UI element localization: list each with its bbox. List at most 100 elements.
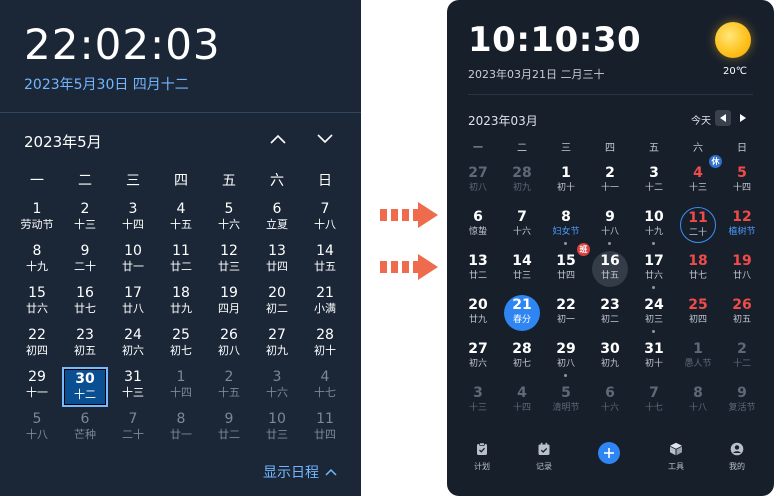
day-cell[interactable]: 7 十七 xyxy=(636,383,672,421)
day-cell[interactable]: 8 妇女节 xyxy=(548,207,584,245)
day-cell[interactable]: 2 十一 xyxy=(592,163,628,201)
next-month-button[interactable] xyxy=(311,126,339,152)
day-cell[interactable]: 27 初八 xyxy=(460,163,496,201)
day-cell[interactable]: 28 初七 xyxy=(504,339,540,377)
app-month-label[interactable]: 2023年03月 xyxy=(468,112,538,129)
day-cell[interactable]: 10 廿一 xyxy=(110,241,156,281)
day-cell[interactable]: 24 初三 xyxy=(636,295,672,333)
day-cell[interactable]: 5 十四 xyxy=(724,163,760,201)
day-cell[interactable]: 9 二十 xyxy=(62,241,108,281)
prev-month-button[interactable] xyxy=(715,110,731,126)
day-cell[interactable]: 27 初九 xyxy=(254,325,300,365)
add-event-button[interactable] xyxy=(598,442,620,464)
flyout-month-label[interactable]: 2023年5月 xyxy=(24,131,102,152)
day-cell[interactable]: 3 十四 xyxy=(110,199,156,239)
day-cell[interactable]: 30 初九 xyxy=(592,339,628,377)
day-cell[interactable]: 8 廿一 xyxy=(158,409,204,449)
tab-record[interactable]: 记录 xyxy=(524,442,564,472)
day-cell[interactable]: 26 初八 xyxy=(206,325,252,365)
day-cell[interactable]: 14 廿五 xyxy=(302,241,348,281)
day-cell[interactable]: 2 十五 xyxy=(206,367,252,407)
show-schedule-button[interactable]: 显示日程 xyxy=(263,462,337,482)
day-cell[interactable]: 31 十三 xyxy=(110,367,156,407)
day-cell[interactable]: 6 十六 xyxy=(592,383,628,421)
next-month-button[interactable] xyxy=(735,110,751,126)
day-cell[interactable]: 22 初四 xyxy=(14,325,60,365)
day-cell[interactable]: 3 十六 xyxy=(254,367,300,407)
day-cell[interactable]: 1 愚人节 xyxy=(680,339,716,377)
day-cell[interactable]: 21 小满 xyxy=(302,283,348,323)
day-cell[interactable]: 29 十一 xyxy=(14,367,60,407)
day-cell[interactable]: 1 劳动节 xyxy=(14,199,60,239)
day-cell[interactable]: 18 廿九 xyxy=(158,283,204,323)
day-cell[interactable]: 15 廿六 xyxy=(14,283,60,323)
day-cell[interactable]: 10 廿三 xyxy=(254,409,300,449)
day-cell[interactable]: 19 廿八 xyxy=(724,251,760,289)
day-cell[interactable]: 11 廿四 xyxy=(302,409,348,449)
tab-plan[interactable]: 计划 xyxy=(462,442,502,472)
day-cell[interactable]: 3 十二 xyxy=(636,163,672,201)
day-cell[interactable]: 28 初九 xyxy=(504,163,540,201)
day-cell[interactable]: 17 廿八 xyxy=(110,283,156,323)
day-cell[interactable]: 9 廿二 xyxy=(206,409,252,449)
day-cell[interactable]: 20 廿九 xyxy=(460,295,496,333)
day-cell[interactable]: 13 廿二 xyxy=(460,251,496,289)
day-cell[interactable]: 15 廿四 班 xyxy=(548,243,590,289)
day-cell-today[interactable]: 21 春分 xyxy=(504,295,540,331)
day-cell[interactable]: 1 十四 xyxy=(158,367,204,407)
day-cell[interactable]: 5 十六 xyxy=(206,199,252,239)
day-cell[interactable]: 12 植树节 xyxy=(724,207,760,245)
sun-weather-icon[interactable] xyxy=(715,22,751,58)
day-cell[interactable]: 25 初四 xyxy=(680,295,716,333)
day-cell[interactable]: 28 初十 xyxy=(302,325,348,365)
day-cell[interactable]: 4 十七 xyxy=(302,367,348,407)
day-cell[interactable]: 6 芒种 xyxy=(62,409,108,449)
day-cell[interactable]: 18 廿七 xyxy=(680,251,716,289)
day-cell[interactable]: 10 十九 xyxy=(636,207,672,245)
day-cell[interactable]: 4 十三 休 xyxy=(680,155,722,201)
day-cell[interactable]: 4 十四 xyxy=(504,383,540,421)
day-cell[interactable]: 20 初二 xyxy=(254,283,300,323)
day-cell[interactable]: 9 十八 xyxy=(592,207,628,245)
day-cell[interactable]: 17 廿六 xyxy=(636,251,672,289)
weekday-label: 二 xyxy=(517,143,527,154)
day-cell[interactable]: 5 十八 xyxy=(14,409,60,449)
day-cell[interactable]: 26 初五 xyxy=(724,295,760,333)
day-cell[interactable]: 2 十二 xyxy=(724,339,760,377)
day-cell[interactable]: 29 初八 xyxy=(548,339,584,377)
day-cell[interactable]: 19 四月 xyxy=(206,283,252,323)
day-cell-selected[interactable]: 11 二十 xyxy=(680,207,716,243)
flyout-date[interactable]: 2023年5月30日 四月十二 xyxy=(24,74,189,94)
day-cell[interactable]: 22 初一 xyxy=(548,295,584,333)
day-cell[interactable]: 6 立夏 xyxy=(254,199,300,239)
day-cell[interactable]: 12 廿三 xyxy=(206,241,252,281)
today-button[interactable]: 今天 xyxy=(691,112,711,127)
day-cell[interactable]: 27 初六 xyxy=(460,339,496,377)
day-cell[interactable]: 6 惊蛰 xyxy=(460,207,496,245)
day-cell[interactable]: 4 十五 xyxy=(158,199,204,239)
day-cell[interactable]: 31 初十 xyxy=(636,339,672,377)
day-cell-today[interactable]: 30 十二 xyxy=(62,367,108,407)
day-cell[interactable]: 2 十三 xyxy=(62,199,108,239)
day-cell[interactable]: 25 初七 xyxy=(158,325,204,365)
day-cell[interactable]: 11 廿二 xyxy=(158,241,204,281)
tab-mine[interactable]: 我的 xyxy=(717,442,757,472)
day-cell[interactable]: 3 十三 xyxy=(460,383,496,421)
day-cell[interactable]: 16 廿五 xyxy=(592,251,628,287)
day-cell[interactable]: 8 十八 xyxy=(680,383,716,421)
day-cell[interactable]: 14 廿三 xyxy=(504,251,540,289)
day-cell[interactable]: 16 廿七 xyxy=(62,283,108,323)
day-cell[interactable]: 7 十六 xyxy=(504,207,540,245)
day-cell[interactable]: 24 初六 xyxy=(110,325,156,365)
day-cell[interactable]: 5 清明节 xyxy=(548,383,584,421)
day-cell[interactable]: 13 廿四 xyxy=(254,241,300,281)
day-cell[interactable]: 1 初十 xyxy=(548,163,584,201)
day-cell[interactable]: 8 十九 xyxy=(14,241,60,281)
day-cell[interactable]: 23 初二 xyxy=(592,295,628,333)
prev-month-button[interactable] xyxy=(264,126,292,152)
tab-tools[interactable]: 工具 xyxy=(656,442,696,472)
day-cell[interactable]: 7 十八 xyxy=(302,199,348,239)
day-cell[interactable]: 23 初五 xyxy=(62,325,108,365)
day-cell[interactable]: 7 二十 xyxy=(110,409,156,449)
day-cell[interactable]: 9 复活节 xyxy=(724,383,760,421)
